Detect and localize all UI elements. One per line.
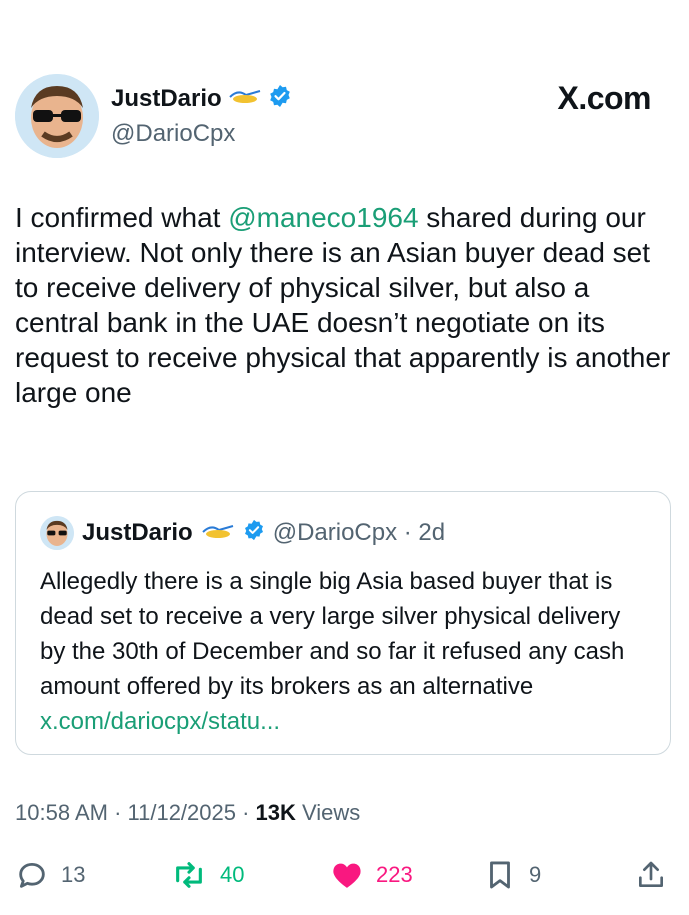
action-bar: 13 40 223 9 — [15, 855, 675, 895]
bookmark-button[interactable]: 9 — [483, 855, 541, 895]
heart-icon — [330, 858, 364, 892]
quoted-tweet-link[interactable]: x.com/dariocpx/statu... — [40, 708, 280, 735]
author-avatar[interactable] — [15, 74, 99, 158]
tweet-timestamp: 10:58 AM · 11/12/2025 · 13K Views — [15, 800, 360, 826]
sunglasses-emoji-icon — [228, 87, 262, 110]
verified-badge-icon — [243, 519, 265, 548]
quoted-author-name: JustDario — [82, 519, 193, 546]
like-count: 223 — [376, 862, 413, 887]
site-logo: X.com — [557, 80, 651, 116]
repost-count: 40 — [220, 862, 245, 887]
quoted-tweet[interactable]: JustDario @DarioCpx · 2d Allegedly there… — [15, 491, 671, 755]
repost-icon — [170, 858, 208, 892]
tweet-header: JustDario @DarioCpx X.com — [15, 74, 675, 164]
share-icon — [635, 858, 667, 892]
like-button[interactable]: 223 — [330, 855, 413, 895]
repost-button[interactable]: 40 — [170, 855, 244, 895]
views-label: Views — [295, 800, 361, 825]
timestamp-text[interactable]: 10:58 AM · 11/12/2025 · — [15, 800, 256, 825]
mention-link[interactable]: @maneco1964 — [228, 202, 418, 233]
reply-button[interactable]: 13 — [15, 855, 85, 895]
sunglasses-emoji-icon — [201, 519, 235, 547]
author-handle[interactable]: @DarioCpx — [111, 120, 235, 148]
reply-icon — [15, 858, 49, 892]
share-button[interactable] — [635, 855, 667, 895]
tweet-text-part: I confirmed what — [15, 202, 229, 233]
quoted-handle-time: @DarioCpx · 2d — [272, 519, 446, 546]
reply-count: 13 — [61, 862, 86, 887]
views-count: 13K — [255, 800, 296, 825]
author-name[interactable]: JustDario — [111, 85, 222, 113]
tweet-body: I confirmed what @maneco1964 shared duri… — [15, 200, 675, 410]
quoted-author-avatar — [40, 516, 74, 550]
verified-badge-icon — [268, 84, 292, 113]
quoted-text-body: Allegedly there is a single big Asia bas… — [40, 568, 625, 700]
bookmark-icon — [483, 858, 517, 892]
bookmark-count: 9 — [529, 862, 542, 887]
quoted-tweet-text: Allegedly there is a single big Asia bas… — [40, 564, 650, 739]
